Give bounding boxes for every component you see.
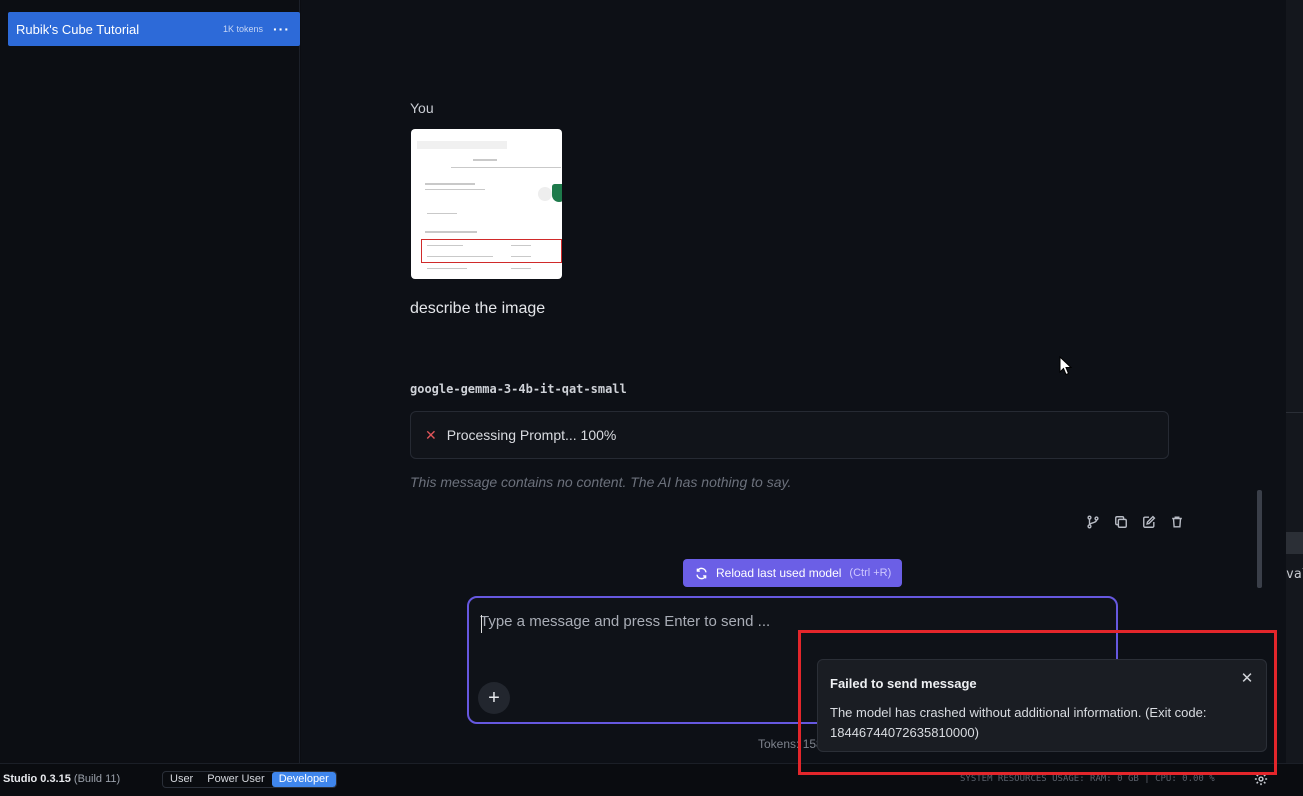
close-icon: ✕ bbox=[425, 426, 437, 443]
user-message-text: describe the image bbox=[410, 300, 546, 317]
branch-icon[interactable] bbox=[1086, 515, 1100, 529]
reload-button-label: Reload last used model bbox=[716, 566, 842, 580]
reload-shortcut-hint: (Ctrl +R) bbox=[849, 567, 892, 579]
chat-title: Rubik's Cube Tutorial bbox=[16, 21, 140, 37]
mode-power-user[interactable]: Power User bbox=[200, 772, 271, 787]
user-sender-label: You bbox=[410, 100, 434, 116]
system-resources: SYSTEM RESOURCES USAGE: RAM: 0 GB | CPU:… bbox=[960, 774, 1215, 784]
mode-user[interactable]: User bbox=[163, 772, 200, 787]
processing-status-box: ✕ Processing Prompt... 100% bbox=[410, 411, 1169, 459]
processing-status-text: Processing Prompt... 100% bbox=[446, 427, 617, 443]
annotation-highlight-box bbox=[798, 630, 1277, 775]
copy-icon[interactable] bbox=[1114, 515, 1128, 529]
delete-icon[interactable] bbox=[1170, 515, 1184, 529]
plus-icon: + bbox=[488, 687, 500, 709]
empty-message-notice: This message contains no content. The AI… bbox=[410, 474, 792, 490]
reload-model-button[interactable]: Reload last used model (Ctrl +R) bbox=[683, 559, 902, 587]
chat-token-count: 1K tokens bbox=[222, 24, 263, 34]
refresh-icon bbox=[696, 567, 707, 579]
ellipsis-icon[interactable]: ··· bbox=[273, 22, 290, 36]
model-name-label: google-gemma-3-4b-it-qat-small bbox=[410, 382, 627, 396]
edit-icon[interactable] bbox=[1142, 515, 1156, 529]
app-version: Studio 0.3.15 (Build 11) bbox=[3, 773, 121, 785]
add-attachment-button[interactable]: + bbox=[478, 682, 510, 714]
mouse-pointer-icon bbox=[1059, 356, 1073, 376]
chat-item-rubiks-cube-tutorial[interactable]: Rubik's Cube Tutorial 1K tokens ··· bbox=[8, 12, 300, 46]
right-panel-text: val bbox=[1286, 567, 1303, 582]
mode-developer[interactable]: Developer bbox=[271, 772, 336, 787]
attached-image-thumbnail[interactable] bbox=[411, 129, 562, 279]
right-panel-edge: val bbox=[1286, 0, 1303, 763]
message-actions bbox=[1086, 515, 1184, 529]
chat-scrollbar[interactable] bbox=[1257, 490, 1262, 588]
mode-switcher: User Power User Developer bbox=[162, 771, 337, 788]
sidebar: Rubik's Cube Tutorial 1K tokens ··· bbox=[0, 0, 300, 763]
